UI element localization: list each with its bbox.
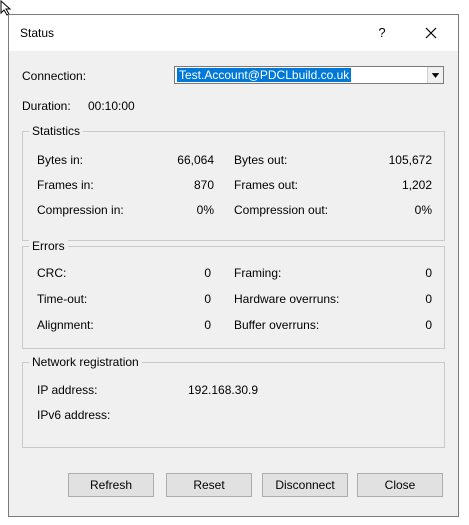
frames-in-value: 870	[193, 178, 214, 192]
compression-in-value: 0%	[196, 203, 214, 217]
framing-value: 0	[425, 266, 432, 280]
buffer-overruns-value: 0	[425, 318, 432, 332]
alignment-value: 0	[204, 318, 211, 332]
ip-address-value: 192.168.30.9	[188, 383, 259, 397]
compression-out-value: 0%	[414, 203, 432, 217]
statistics-title: Statistics	[29, 124, 84, 138]
connection-value: Test.Account@PDCLbuild.co.uk	[177, 68, 352, 82]
close-icon[interactable]	[417, 20, 445, 46]
refresh-button[interactable]: Refresh	[68, 473, 154, 497]
network-registration-group: Network registration	[22, 355, 445, 448]
alignment-label: Alignment:	[37, 318, 94, 332]
frames-out-value: 1,202	[401, 178, 432, 192]
network-registration-title: Network registration	[29, 355, 142, 369]
errors-title: Errors	[29, 239, 68, 253]
close-button[interactable]: Close	[357, 473, 443, 497]
disconnect-button[interactable]: Disconnect	[262, 473, 348, 497]
bytes-out-value: 105,672	[388, 153, 432, 167]
ip-address-label: IP address:	[37, 383, 98, 397]
duration-label: Duration:	[22, 99, 71, 113]
crc-label: CRC:	[37, 266, 67, 280]
bytes-in-value: 66,064	[177, 153, 214, 167]
duration-value: 00:10:00	[88, 99, 135, 113]
connection-label: Connection:	[22, 69, 87, 83]
bytes-in-label: Bytes in:	[37, 153, 84, 167]
ipv6-address-label: IPv6 address:	[37, 408, 111, 422]
compression-in-label: Compression in:	[37, 203, 124, 217]
reset-button[interactable]: Reset	[166, 473, 252, 497]
framing-label: Framing:	[234, 266, 282, 280]
dialog-title: Status	[20, 26, 55, 40]
hardware-overruns-label: Hardware overruns:	[234, 292, 340, 306]
status-dialog: Status ? Connection: Test.Account@PDCLbu…	[8, 14, 459, 517]
title-bar: Status ?	[9, 15, 458, 51]
timeout-label: Time-out:	[37, 292, 88, 306]
crc-value: 0	[204, 266, 211, 280]
frames-in-label: Frames in:	[37, 178, 94, 192]
chevron-down-icon[interactable]	[427, 67, 443, 83]
frames-out-label: Frames out:	[234, 178, 299, 192]
bytes-out-label: Bytes out:	[234, 153, 288, 167]
hardware-overruns-value: 0	[425, 292, 432, 306]
buffer-overruns-label: Buffer overruns:	[234, 318, 320, 332]
connection-select[interactable]: Test.Account@PDCLbuild.co.uk	[174, 66, 444, 84]
timeout-value: 0	[204, 292, 211, 306]
compression-out-label: Compression out:	[234, 203, 329, 217]
help-button[interactable]: ?	[370, 20, 394, 46]
